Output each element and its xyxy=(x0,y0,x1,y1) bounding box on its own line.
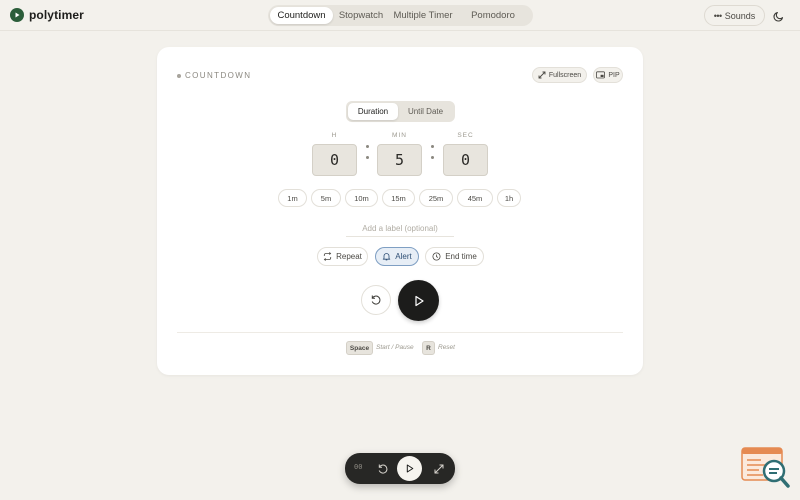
countdown-card: COUNTDOWN Fullscreen PIP Duration Until … xyxy=(157,47,643,375)
mini-time-display: 00 xyxy=(354,463,363,471)
repeat-toggle[interactable]: Repeat xyxy=(317,247,368,266)
moon-icon[interactable] xyxy=(772,9,786,23)
preset-1h[interactable]: 1h xyxy=(497,189,521,207)
tab-pomodoro[interactable]: Pomodoro xyxy=(457,7,529,24)
until-date-mode-button[interactable]: Until Date xyxy=(398,103,453,120)
reset-button[interactable] xyxy=(361,285,391,315)
pip-icon xyxy=(596,71,606,79)
space-key: Space xyxy=(346,341,373,355)
tab-countdown[interactable]: Countdown xyxy=(270,7,333,24)
preset-list: 1m 5m 10m 15m 25m 45m 1h xyxy=(157,189,643,207)
preset-1m[interactable]: 1m xyxy=(278,189,307,207)
play-icon xyxy=(406,464,414,473)
preset-25m[interactable]: 25m xyxy=(419,189,453,207)
sounds-button[interactable]: ••• Sounds xyxy=(704,5,765,26)
repeat-icon xyxy=(323,252,332,261)
clock-icon xyxy=(432,252,441,261)
preset-45m[interactable]: 45m xyxy=(457,189,493,207)
expand-icon xyxy=(538,71,546,79)
fullscreen-button[interactable]: Fullscreen xyxy=(532,67,587,83)
tab-multiple-timer[interactable]: Multiple Timer xyxy=(389,7,457,24)
mode-tabs: Countdown Stopwatch Multiple Timer Pomod… xyxy=(268,5,533,26)
corner-search-badge-icon[interactable] xyxy=(741,447,791,489)
divider xyxy=(177,332,623,333)
hours-input[interactable]: 0 xyxy=(312,144,357,176)
mode-segmented-control: Duration Until Date xyxy=(346,101,455,122)
seconds-label: SEC xyxy=(457,132,474,139)
logo-play-icon xyxy=(10,8,24,22)
end-time-toggle[interactable]: End time xyxy=(425,247,484,266)
reset-icon xyxy=(371,295,381,305)
colon-separator xyxy=(430,145,434,159)
reset-key: R xyxy=(422,341,435,355)
keyboard-shortcuts: Space Start / Pause R Reset xyxy=(157,341,643,355)
app-name: polytimer xyxy=(29,8,84,22)
logo[interactable]: polytimer xyxy=(10,8,84,22)
mini-expand-icon[interactable] xyxy=(433,462,445,474)
pip-button[interactable]: PIP xyxy=(593,67,623,83)
tab-stopwatch[interactable]: Stopwatch xyxy=(333,7,389,24)
minutes-input[interactable]: 5 xyxy=(377,144,422,176)
space-key-description: Start / Pause xyxy=(376,344,414,351)
preset-10m[interactable]: 10m xyxy=(345,189,378,207)
preset-15m[interactable]: 15m xyxy=(382,189,415,207)
preset-5m[interactable]: 5m xyxy=(311,189,341,207)
mini-player-bar: 00 xyxy=(345,453,455,484)
bell-icon xyxy=(383,253,391,261)
seconds-input[interactable]: 0 xyxy=(443,144,488,176)
more-dots-icon: ••• xyxy=(713,10,722,21)
sounds-label: Sounds xyxy=(724,10,756,21)
alert-toggle[interactable]: Alert xyxy=(375,247,419,266)
timer-label-input[interactable] xyxy=(346,221,454,237)
hours-label: H xyxy=(331,132,338,139)
reset-key-description: Reset xyxy=(438,344,455,351)
status-dot-icon xyxy=(177,73,181,78)
mini-play-button[interactable] xyxy=(397,456,422,481)
start-button[interactable] xyxy=(398,280,439,321)
app-header: polytimer Countdown Stopwatch Multiple T… xyxy=(0,0,800,31)
duration-mode-button[interactable]: Duration xyxy=(348,103,398,120)
section-label: COUNTDOWN xyxy=(177,71,251,80)
mini-reset-icon[interactable] xyxy=(377,462,389,474)
play-icon xyxy=(414,295,424,306)
colon-separator xyxy=(365,145,369,159)
minutes-label: MIN xyxy=(392,132,407,139)
